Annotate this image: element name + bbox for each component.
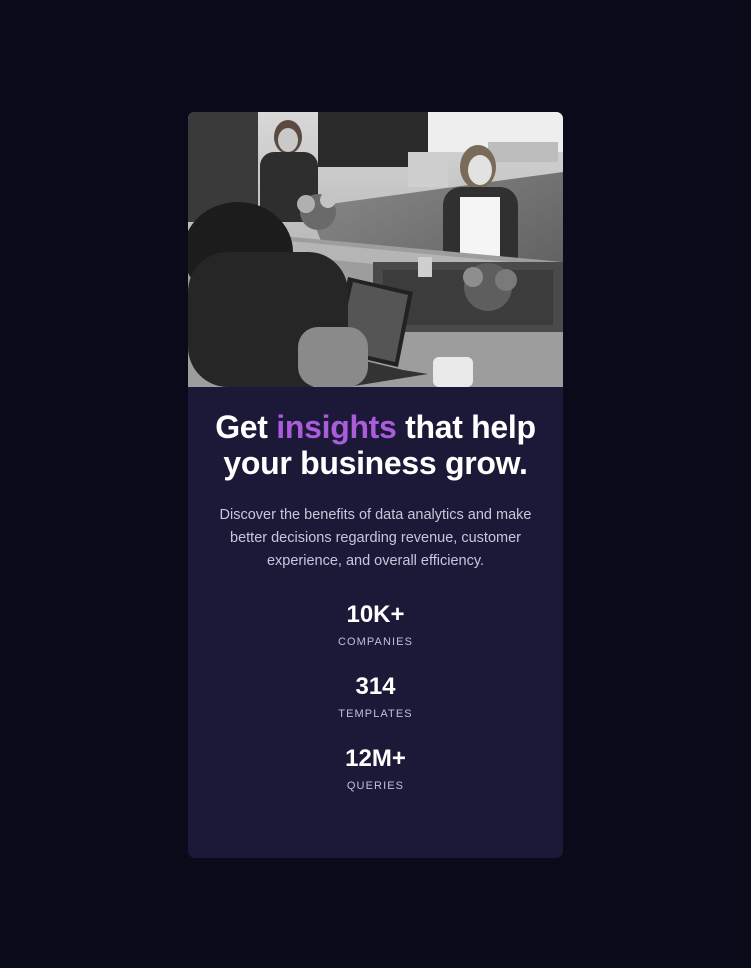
stats-list: 10K+ COMPANIES 314 TEMPLATES 12M+ QUERIE…	[210, 601, 541, 793]
stat-value: 12M+	[345, 745, 406, 772]
stat-value: 314	[355, 673, 396, 700]
stat-label: QUERIES	[346, 780, 405, 792]
stat-label: TEMPLATES	[338, 708, 413, 720]
office-photo-illustration	[188, 112, 563, 387]
stat-queries: 12M+ QUERIES	[210, 745, 541, 793]
headline-start: Get	[215, 409, 277, 445]
headline: Get insights that help your business gro…	[210, 409, 541, 481]
hero-image	[188, 112, 563, 387]
stat-companies: 10K+ COMPANIES	[210, 601, 541, 649]
stats-preview-card: Get insights that help your business gro…	[188, 112, 563, 858]
card-content: Get insights that help your business gro…	[188, 409, 563, 793]
stat-templates: 314 TEMPLATES	[210, 673, 541, 721]
description: Discover the benefits of data analytics …	[219, 507, 532, 569]
stat-label: COMPANIES	[337, 636, 414, 648]
headline-accent: insights	[276, 409, 397, 445]
stat-value: 10K+	[346, 601, 405, 628]
